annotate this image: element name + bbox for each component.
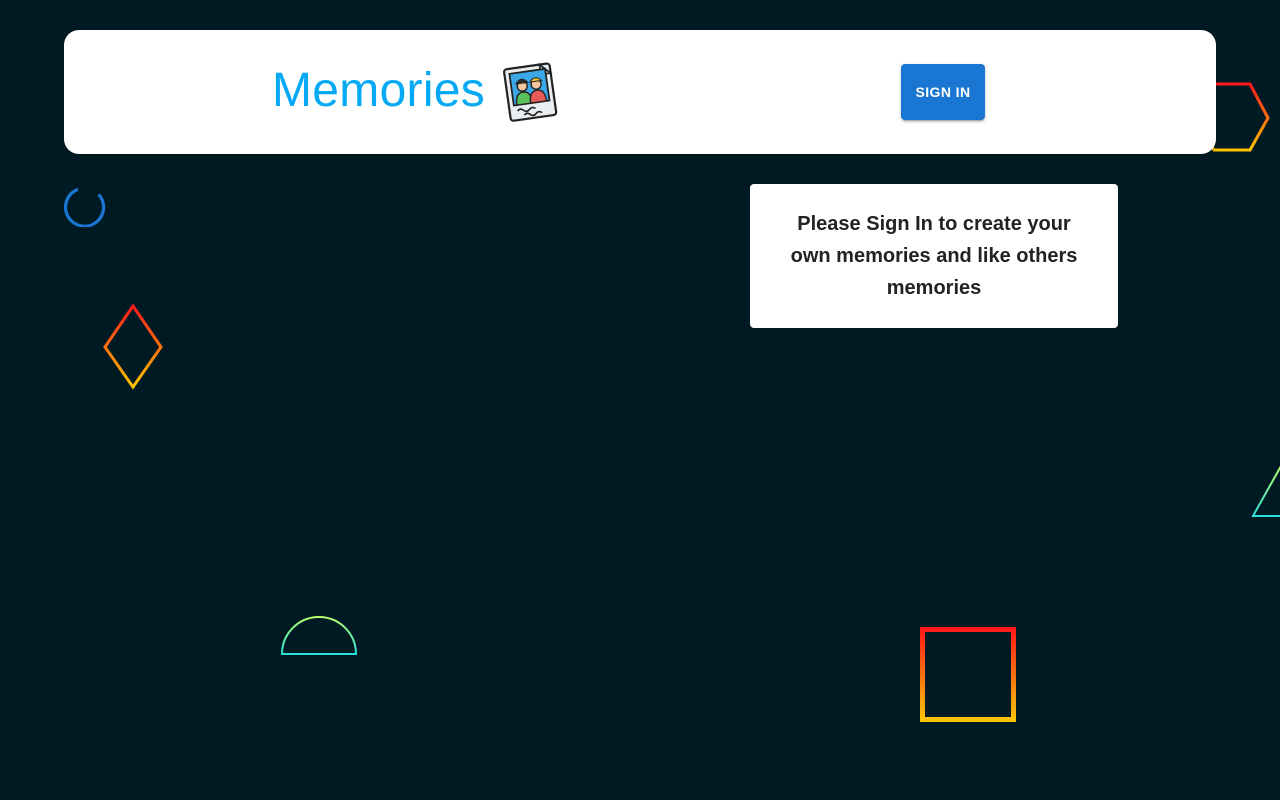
photo-memories-icon (503, 62, 558, 122)
page: Memories SIGN IN Please Sign In to creat… (0, 0, 1280, 800)
brand: Memories (272, 58, 561, 124)
semicircle-shape (280, 616, 358, 655)
sign-in-notice-card: Please Sign In to create your own memori… (750, 184, 1118, 328)
loading-spinner-icon (64, 187, 106, 227)
app-bar: Memories SIGN IN (64, 30, 1216, 154)
sign-in-button[interactable]: SIGN IN (901, 64, 985, 120)
sign-in-notice-text: Please Sign In to create your own memori… (790, 213, 1078, 299)
diamond-shape (103, 303, 163, 390)
square-shape (920, 627, 1016, 722)
app-title[interactable]: Memories (272, 67, 485, 115)
triangle-shape (1251, 465, 1280, 517)
